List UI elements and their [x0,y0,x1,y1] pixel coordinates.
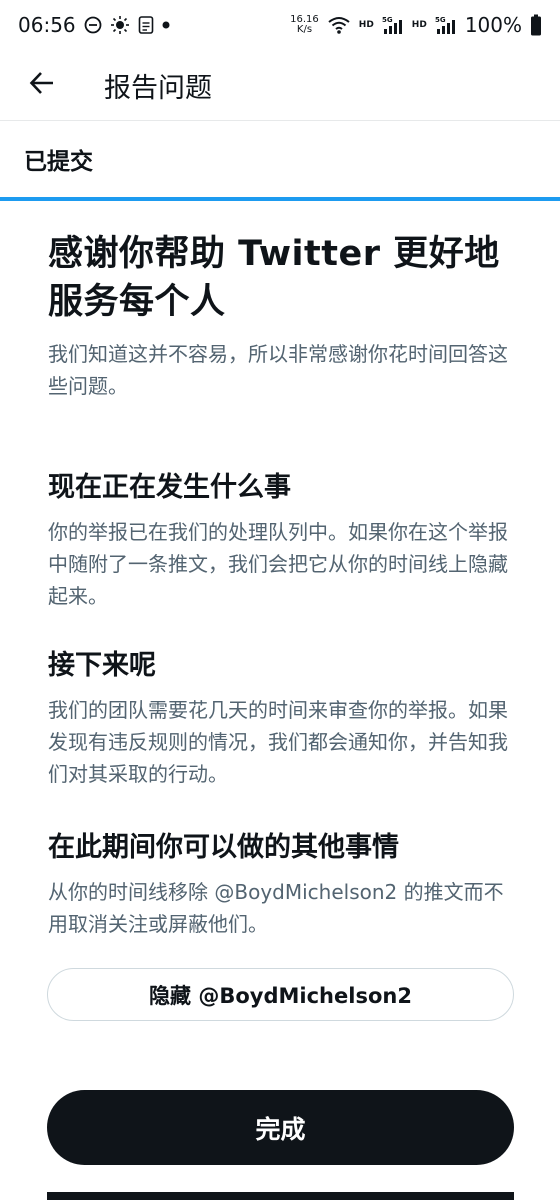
network-speed: 16.16 K/s [290,15,319,35]
progress-fill [0,197,560,201]
submitted-step-label: 已提交 [24,149,93,175]
section-title: 接下来呢 [48,650,156,681]
done-button[interactable]: 完成 [47,1090,514,1165]
section-text: 从你的时间线移除 @BoydMichelson2 的推文而不用取消关注或屏蔽他们… [48,880,504,936]
section-whats-next: 接下来呢 我们的团队需要花几天的时间来审查你的举报。如果发现有违反规则的情况，我… [48,648,518,790]
main-content: 感谢你帮助 Twitter 更好地服务每个人 我们知道这并不容易，所以非常感谢你… [48,230,518,402]
svg-text:5G: 5G [435,16,446,24]
app-bar: 报告问题 [0,50,560,120]
hide-user-button[interactable]: 隐藏 @BoydMichelson2 [47,968,514,1021]
progress-bar [0,197,560,201]
status-bar: 06:56 16.16 K/s HD 5G HD 5G 100% [0,0,560,50]
back-arrow-icon [28,69,56,101]
signal-5g-icon-1: 5G [382,15,404,35]
svg-text:5G: 5G [382,16,393,24]
intro-text: 我们知道这并不容易，所以非常感谢你花时间回答这些问题。 [48,342,508,398]
page-title: 报告问题 [104,72,212,104]
notification-dot-icon [162,21,170,29]
status-time: 06:56 [18,13,76,37]
headline: 感谢你帮助 Twitter 更好地服务每个人 [48,234,500,322]
wifi-icon [327,15,351,35]
network-speed-unit: K/s [296,24,313,35]
hd-badge-2: HD [411,20,427,30]
bottom-overlay-edge [47,1192,514,1200]
section-text: 我们的团队需要花几天的时间来审查你的举报。如果发现有违反规则的情况，我们都会通知… [48,698,508,786]
do-not-disturb-icon [84,16,102,34]
section-title: 现在正在发生什么事 [48,472,291,503]
signal-5g-icon-2: 5G [435,15,457,35]
hd-badge-1: HD [358,20,374,30]
status-left: 06:56 [18,13,170,37]
section-whats-happening: 现在正在发生什么事 你的举报已在我们的处理队列中。如果你在这个举报中随附了一条推… [48,470,518,612]
section-text: 你的举报已在我们的处理队列中。如果你在这个举报中随附了一条推文，我们会把它从你的… [48,520,508,608]
section-meanwhile: 在此期间你可以做的其他事情 从你的时间线移除 @BoydMichelson2 的… [48,830,518,940]
battery-percent: 100% [464,13,522,37]
status-right: 16.16 K/s HD 5G HD 5G 100% [290,13,542,37]
section-title: 在此期间你可以做的其他事情 [48,832,399,863]
brightness-icon [110,15,130,35]
battery-icon [530,14,542,36]
clipboard-icon [138,15,154,35]
back-button[interactable] [14,57,70,113]
